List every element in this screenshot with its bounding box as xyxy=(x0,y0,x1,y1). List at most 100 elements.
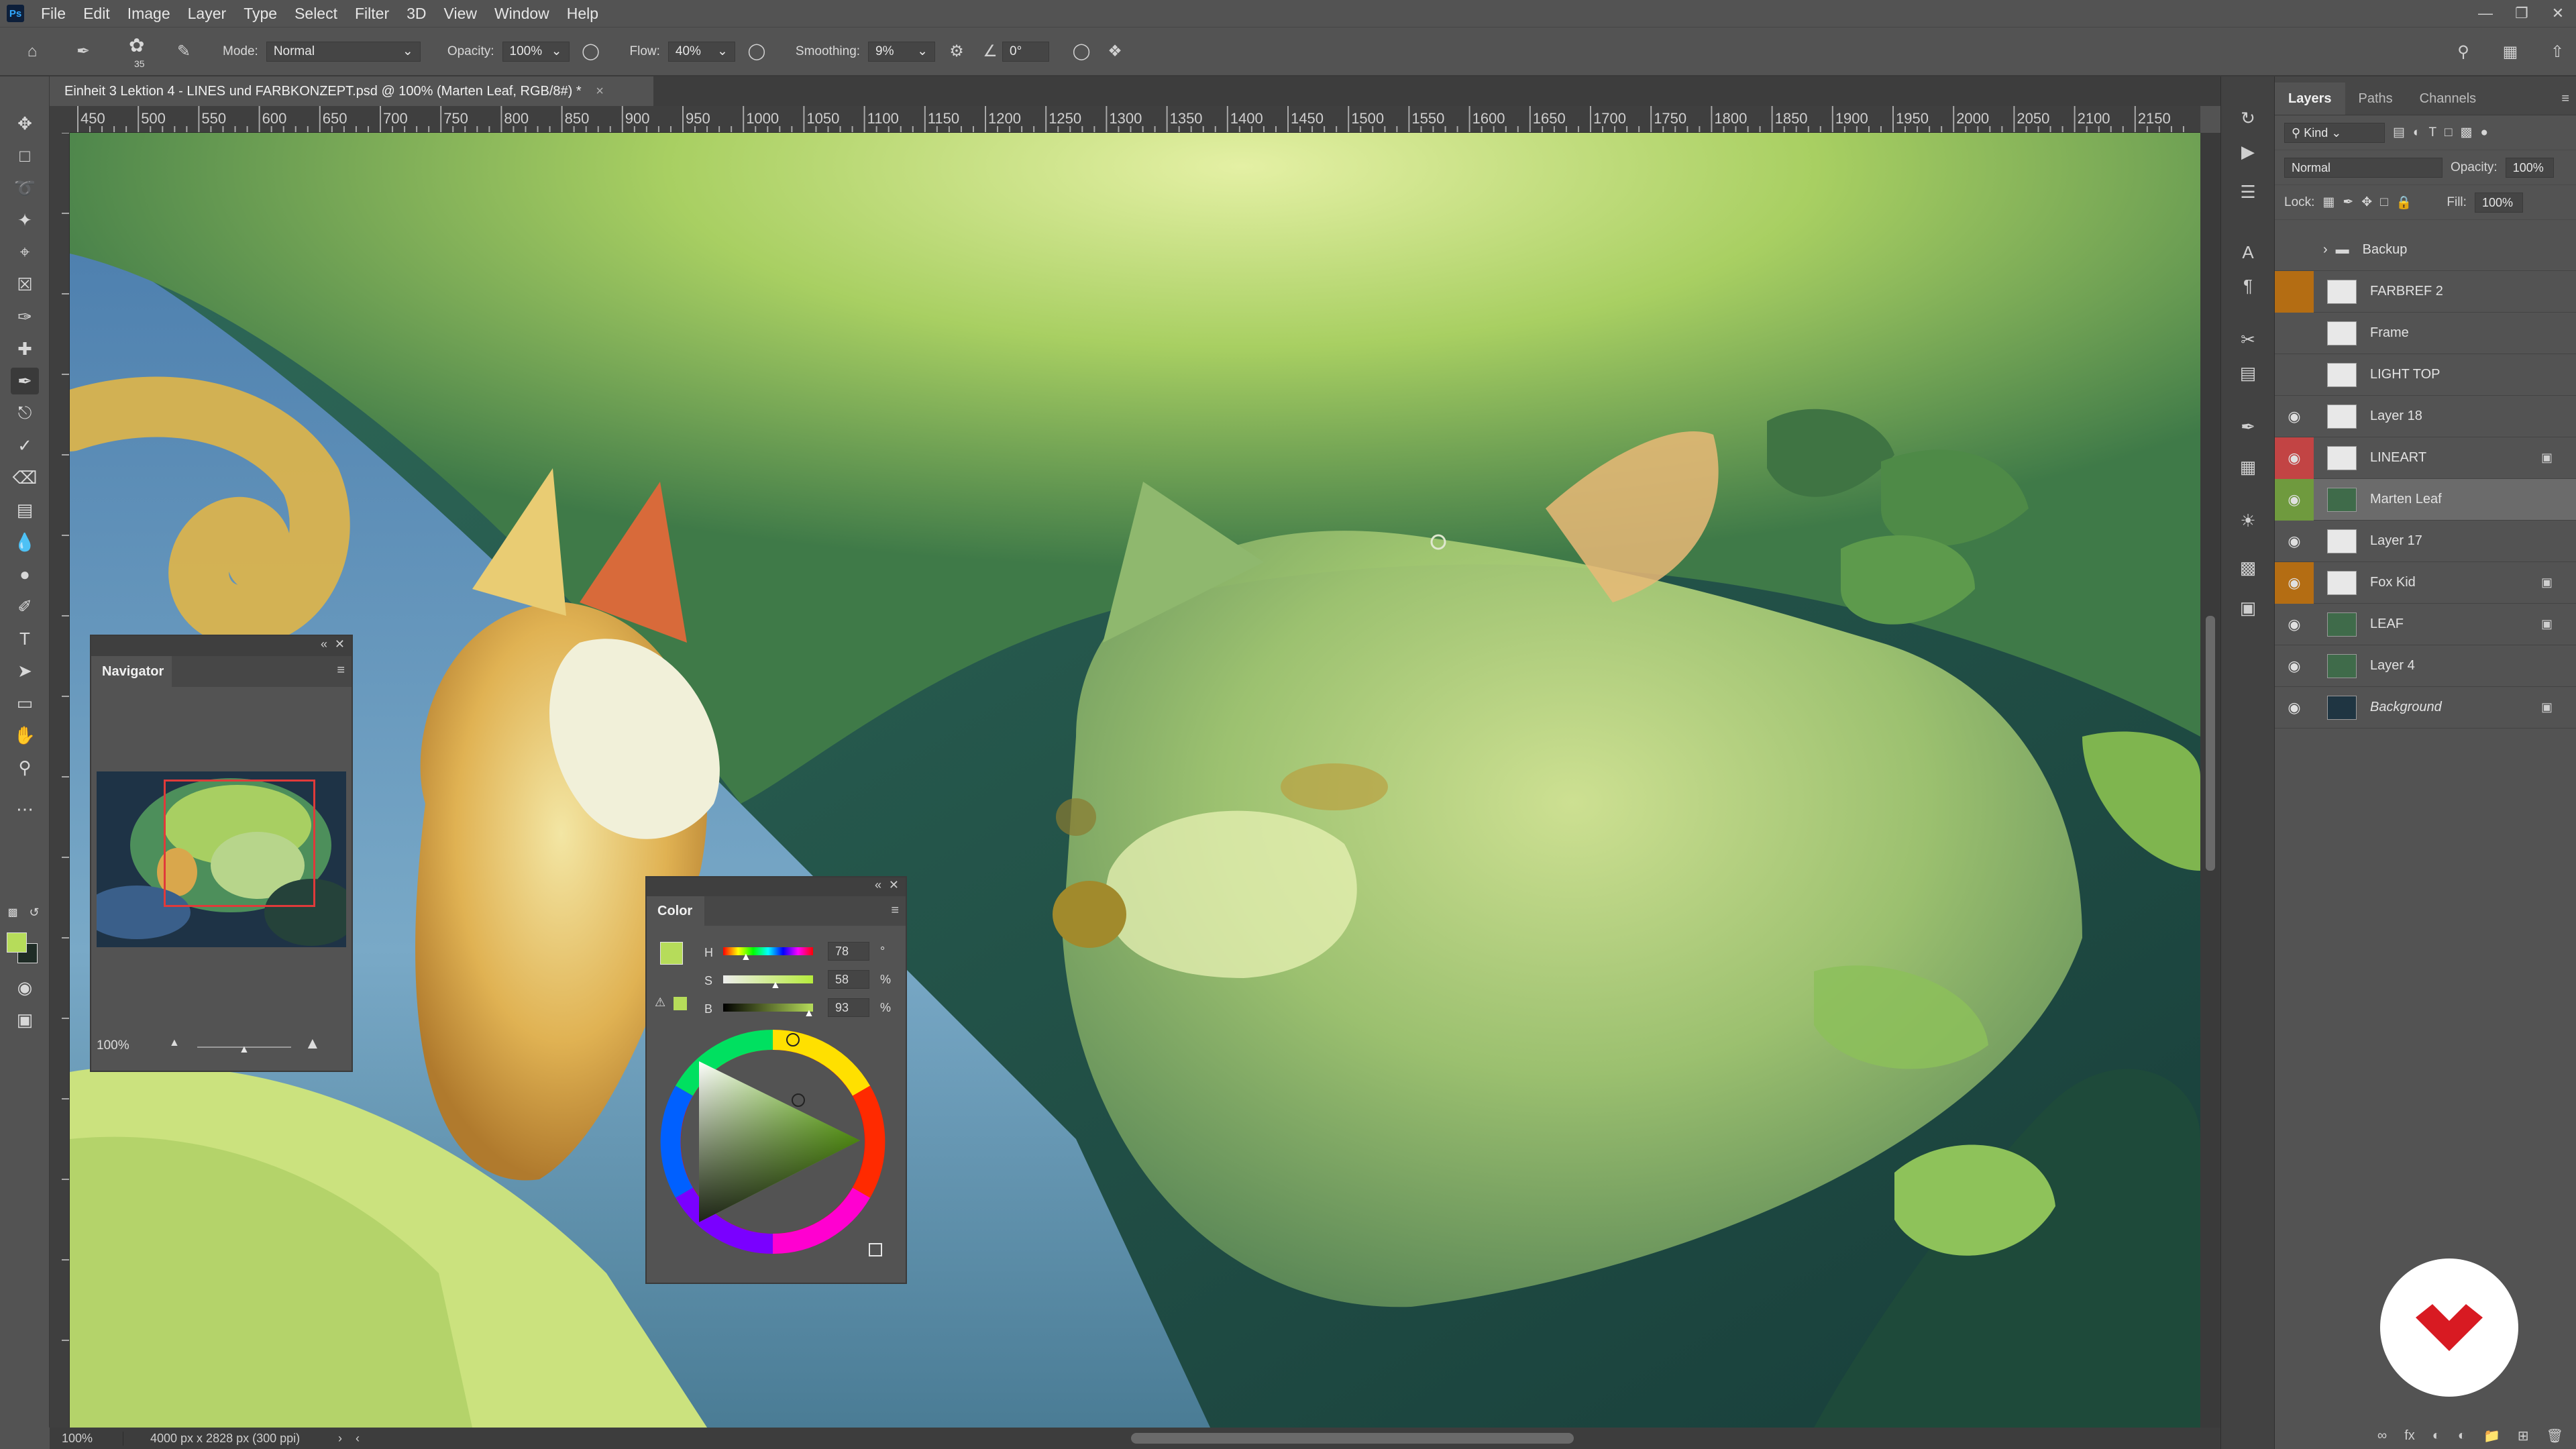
pressure-opacity-icon[interactable]: ◯ xyxy=(579,40,603,64)
layer-row[interactable]: ◉ Layer 4 xyxy=(2275,645,2576,687)
layer-row[interactable]: ◉ LEAF ▣ xyxy=(2275,604,2576,645)
opacity-field[interactable]: 100% ⌄ xyxy=(502,41,570,62)
history-brush-tool-icon[interactable]: ✓ xyxy=(11,432,39,459)
link-layers-icon[interactable]: ∞ xyxy=(2377,1428,2387,1444)
tools-presets-icon[interactable]: ✂ xyxy=(2233,325,2263,354)
path-select-tool-icon[interactable]: ➤ xyxy=(11,657,39,684)
zoom-tool-icon[interactable]: ⚲ xyxy=(11,754,39,781)
lock-image-icon[interactable]: ✒ xyxy=(2343,195,2353,210)
navigator-zoom-value[interactable]: 100% xyxy=(97,1038,129,1053)
blur-tool-icon[interactable]: 💧 xyxy=(11,529,39,555)
actions-play-icon[interactable]: ▶ xyxy=(2233,137,2263,166)
lock-transparent-icon[interactable]: ▦ xyxy=(2322,195,2334,210)
menu-image[interactable]: Image xyxy=(119,0,179,27)
minimize-icon[interactable]: — xyxy=(2467,0,2504,27)
add-mask-icon[interactable]: ◐ xyxy=(2432,1428,2440,1444)
gamut-swatch[interactable] xyxy=(674,997,687,1010)
close-icon[interactable]: × xyxy=(596,84,604,99)
angle-field[interactable]: 0° xyxy=(1002,41,1050,62)
tab-layers[interactable]: Layers xyxy=(2275,83,2345,115)
new-layer-icon[interactable]: ⊞ xyxy=(2518,1428,2529,1444)
layer-row[interactable]: ◉ Fox Kid ▣ xyxy=(2275,561,2576,604)
collapse-icon[interactable]: « xyxy=(321,637,327,651)
brushes-icon[interactable]: ✒ xyxy=(2233,412,2263,441)
layer-row[interactable]: ◉ Layer 17 xyxy=(2275,521,2576,562)
menu-layer[interactable]: Layer xyxy=(179,0,235,27)
hue-value-field[interactable]: 78 xyxy=(828,942,869,961)
filter-shape-icon[interactable]: □ xyxy=(2445,125,2452,140)
fx-icon[interactable]: fx xyxy=(2404,1428,2415,1444)
quick-select-tool-icon[interactable]: ✦ xyxy=(11,207,39,233)
restore-icon[interactable]: ❐ xyxy=(2504,0,2540,27)
chevron-right-icon[interactable]: › xyxy=(2323,242,2328,258)
tab-channels[interactable]: Channels xyxy=(2406,83,2490,115)
properties-icon[interactable]: ☰ xyxy=(2233,177,2263,207)
brightness-slider[interactable] xyxy=(723,1004,813,1012)
airbrush-icon[interactable]: ◯ xyxy=(745,40,769,64)
eraser-tool-icon[interactable]: ⌫ xyxy=(11,464,39,491)
navigator-titlebar[interactable]: « ✕ xyxy=(91,636,352,656)
visibility-toggle[interactable] xyxy=(2275,313,2314,354)
panel-menu-icon[interactable]: ≡ xyxy=(2561,91,2569,107)
home-icon[interactable]: ⌂ xyxy=(20,40,44,64)
saturation-slider[interactable] xyxy=(723,975,813,983)
lock-all-icon[interactable]: 🔒 xyxy=(2396,195,2412,211)
layer-row[interactable]: LIGHT TOP xyxy=(2275,354,2576,396)
collapse-icon[interactable]: « xyxy=(875,878,881,892)
menu-filter[interactable]: Filter xyxy=(346,0,398,27)
new-group-icon[interactable]: 📁 xyxy=(2483,1428,2500,1444)
scroll-left-icon[interactable]: ‹ xyxy=(356,1432,360,1446)
marquee-tool-icon[interactable]: □ xyxy=(11,142,39,169)
type-tool-icon[interactable]: T xyxy=(11,625,39,652)
hand-tool-icon[interactable]: ✋ xyxy=(11,722,39,749)
eye-icon[interactable]: ◉ xyxy=(2275,561,2314,604)
visibility-toggle[interactable] xyxy=(2275,354,2314,396)
panel-menu-icon[interactable]: ≡ xyxy=(337,663,345,678)
close-icon[interactable]: ✕ xyxy=(889,878,899,892)
layer-row[interactable]: ◉ Background ▣ xyxy=(2275,687,2576,729)
filter-smart-object-icon[interactable]: ▩ xyxy=(2461,125,2473,140)
navigator-preview[interactable] xyxy=(97,771,346,947)
hue-slider[interactable] xyxy=(723,947,813,955)
brush-tool-icon[interactable]: ✒ xyxy=(11,368,39,394)
layer-row[interactable]: ◉ Layer 18 xyxy=(2275,396,2576,437)
hue-slider-handle[interactable]: ▲ xyxy=(741,951,751,963)
brush-tool-preset-icon[interactable]: ✒ xyxy=(71,40,95,64)
visibility-toggle[interactable] xyxy=(2275,229,2314,271)
pen-tool-icon[interactable]: ✐ xyxy=(11,593,39,620)
clone-source-icon[interactable]: ▤ xyxy=(2233,358,2263,388)
saturation-value-field[interactable]: 58 xyxy=(828,970,869,989)
filter-pixel-icon[interactable]: ▤ xyxy=(2393,125,2405,140)
photoshop-logo-icon[interactable]: Ps xyxy=(7,5,24,22)
eye-icon[interactable]: ◉ xyxy=(2275,478,2314,521)
screen-mode-icon[interactable]: ▣ xyxy=(11,1006,39,1033)
crop-tool-icon[interactable]: ⌖ xyxy=(11,239,39,266)
mode-select[interactable]: Normal ⌄ xyxy=(266,41,421,62)
layer-filter-kind-select[interactable]: ⚲ Kind ⌄ xyxy=(2284,122,2385,143)
lock-position-icon[interactable]: ✥ xyxy=(2361,195,2372,210)
status-expand-icon[interactable]: › xyxy=(338,1432,342,1446)
lock-artboard-icon[interactable]: □ xyxy=(2380,195,2387,210)
dodge-tool-icon[interactable]: ● xyxy=(11,561,39,588)
ruler-origin[interactable] xyxy=(50,106,70,133)
filter-type-icon[interactable]: T xyxy=(2428,125,2436,140)
horizontal-ruler[interactable]: 450 500 550 600 650 700 750 800 850 900 950 1000 105… xyxy=(70,106,2200,133)
color-wheel-picker[interactable] xyxy=(792,1093,805,1107)
flow-field[interactable]: 40% ⌄ xyxy=(667,41,735,62)
paragraph-icon[interactable]: ¶ xyxy=(2233,271,2263,301)
eye-icon[interactable]: ◉ xyxy=(2275,645,2314,687)
document-tab[interactable]: Einheit 3 Lektion 4 - LINES und FARBKONZ… xyxy=(50,76,653,106)
vertical-ruler[interactable] xyxy=(50,133,70,1428)
menu-select[interactable]: Select xyxy=(286,0,346,27)
layer-row[interactable]: Frame xyxy=(2275,313,2576,354)
color-panel-foreground-swatch[interactable] xyxy=(660,942,683,965)
workspace-icon[interactable]: ▦ xyxy=(2498,40,2522,64)
visibility-toggle[interactable] xyxy=(2275,270,2314,313)
layer-row[interactable]: FARBREF 2 xyxy=(2275,270,2576,313)
menu-window[interactable]: Window xyxy=(486,0,558,27)
zoom-slider-handle[interactable]: ▲ xyxy=(239,1044,250,1056)
default-colors-icon[interactable]: ▩ xyxy=(3,899,23,926)
brush-preset-picker[interactable]: ✿ 35 xyxy=(122,32,162,72)
status-zoom[interactable]: 100% xyxy=(50,1431,123,1446)
eye-icon[interactable]: ◉ xyxy=(2275,521,2314,562)
